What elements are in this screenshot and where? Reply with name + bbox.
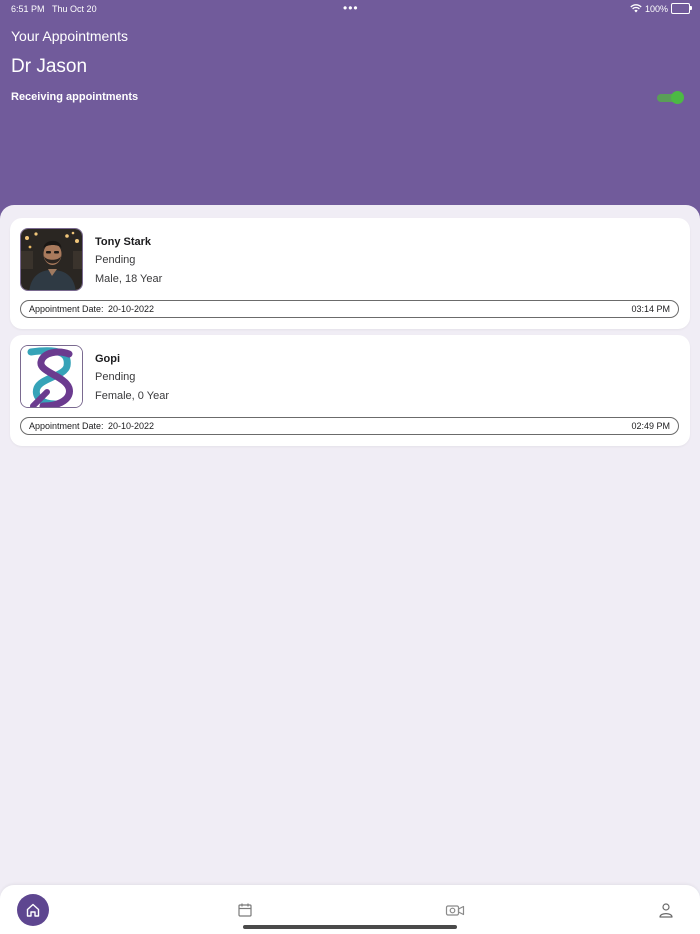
patient-name: Gopi	[95, 353, 121, 365]
calendar-icon	[238, 903, 252, 917]
tab-home[interactable]	[17, 894, 49, 926]
appointment-card[interactable]: Tony Stark Pending Male, 18 Year Appoint…	[10, 218, 690, 329]
tab-video[interactable]	[439, 894, 471, 926]
appointment-time: 02:49 PM	[631, 421, 670, 431]
appointments-list: Tony Stark Pending Male, 18 Year Appoint…	[0, 205, 700, 885]
wifi-icon	[630, 4, 642, 13]
page-title: Your Appointments	[11, 28, 129, 44]
appointment-date: 20-10-2022	[108, 304, 155, 314]
appointment-date-label: Appointment Date:	[29, 304, 104, 314]
receiving-appointments-toggle[interactable]	[657, 91, 684, 104]
status-right: 100%	[630, 3, 692, 14]
toggle-thumb	[671, 91, 684, 104]
battery-icon	[671, 3, 692, 14]
appointment-status: Pending	[95, 371, 136, 383]
profile-icon	[659, 903, 673, 918]
status-bar: 6:51 PM Thu Oct 20 ••• 100%	[0, 0, 700, 18]
battery-percent: 100%	[644, 3, 668, 14]
home-icon	[26, 903, 40, 917]
patient-gender-age: Female, 0 Year	[95, 390, 169, 402]
patient-avatar-logo	[20, 345, 83, 408]
tab-profile[interactable]	[650, 894, 682, 926]
video-camera-icon	[445, 905, 465, 916]
status-date: Thu Oct 20	[52, 4, 97, 14]
appointment-date-pill: Appointment Date: 20-10-2022 02:49 PM	[20, 417, 679, 435]
home-indicator[interactable]	[243, 925, 457, 929]
header: 6:51 PM Thu Oct 20 ••• 100% Your Appoint…	[0, 0, 700, 220]
status-clock: 6:51 PM	[11, 4, 45, 14]
appointment-date-pill: Appointment Date: 20-10-2022 03:14 PM	[20, 300, 679, 318]
appointment-card[interactable]: Gopi Pending Female, 0 Year Appointment …	[10, 335, 690, 446]
receiving-appointments-label: Receiving appointments	[11, 91, 139, 103]
patient-avatar-photo	[20, 228, 83, 291]
patient-gender-age: Male, 18 Year	[95, 273, 163, 285]
appointment-status: Pending	[95, 254, 136, 266]
appointment-time: 03:14 PM	[631, 304, 670, 314]
appointment-date: 20-10-2022	[108, 421, 155, 431]
doctor-name: Dr Jason	[11, 56, 88, 77]
tab-calendar[interactable]	[229, 894, 261, 926]
status-time: 6:51 PM Thu Oct 20	[11, 4, 97, 14]
multitasking-dots[interactable]: •••	[343, 1, 359, 15]
patient-name: Tony Stark	[95, 236, 152, 248]
appointment-date-label: Appointment Date:	[29, 421, 104, 431]
